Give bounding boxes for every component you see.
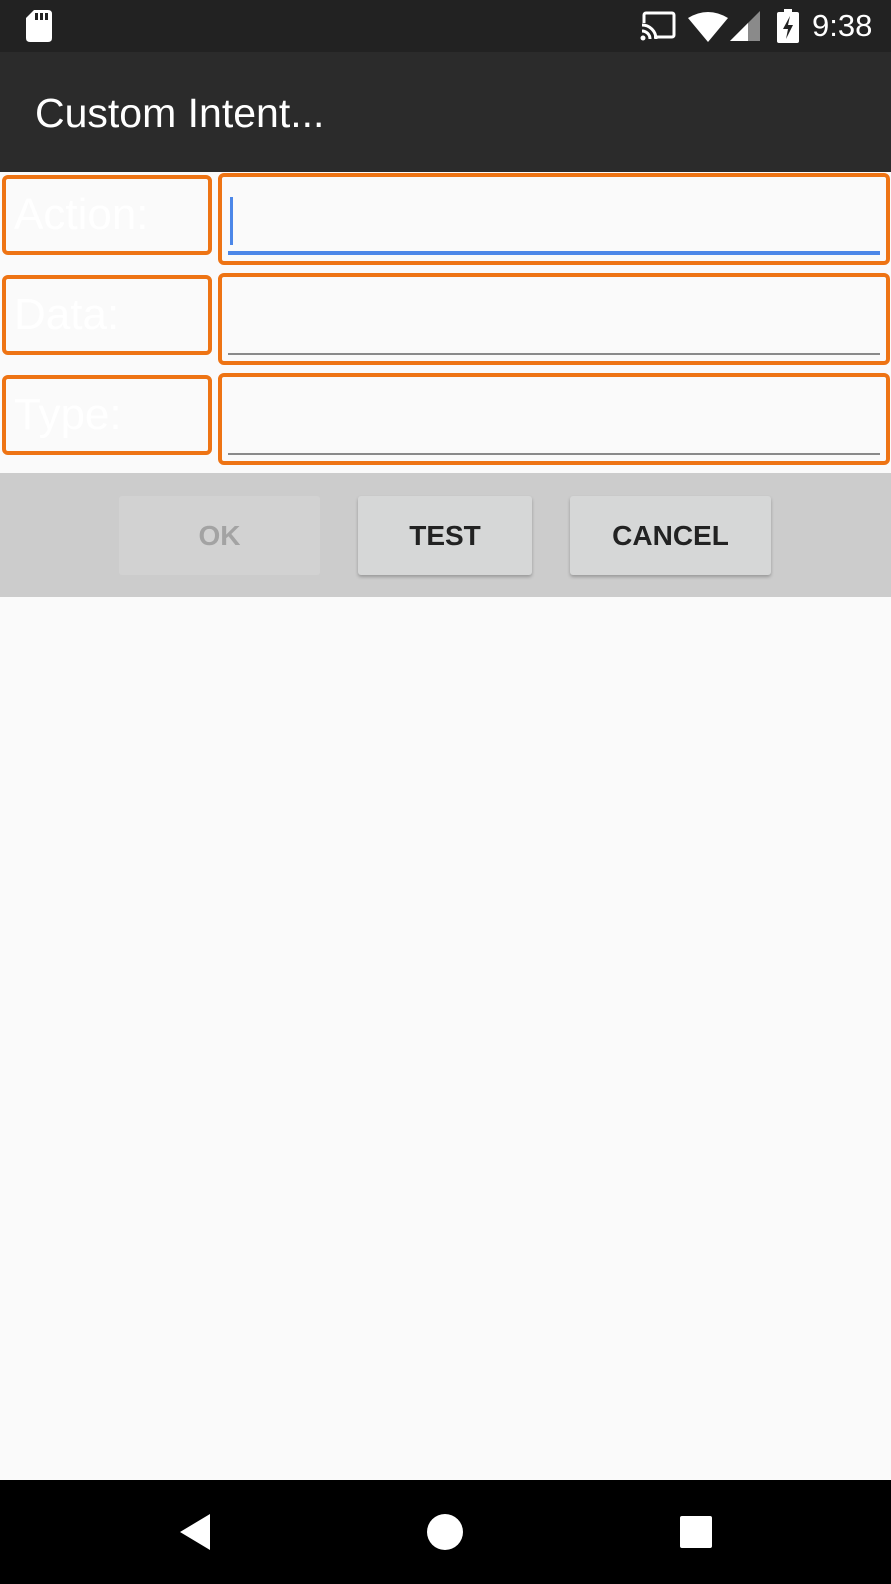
navigation-bar bbox=[0, 1480, 891, 1584]
data-label: Data: bbox=[2, 275, 212, 355]
button-bar: OK TEST CANCEL bbox=[0, 473, 891, 597]
action-label: Action: bbox=[2, 175, 212, 255]
intent-form: Action: Data: Type: bbox=[0, 172, 891, 473]
test-button[interactable]: TEST bbox=[358, 496, 532, 575]
ok-button[interactable]: OK bbox=[119, 496, 320, 575]
type-label: Type: bbox=[2, 375, 212, 455]
status-clock: 9:38 bbox=[812, 8, 873, 43]
data-field-container[interactable] bbox=[218, 273, 890, 365]
title-bar: Custom Intent... bbox=[0, 52, 891, 172]
data-input[interactable] bbox=[228, 283, 880, 353]
type-input[interactable] bbox=[228, 383, 880, 453]
data-input-underline bbox=[228, 353, 880, 355]
action-input-underline bbox=[228, 251, 880, 255]
action-field-container[interactable] bbox=[218, 173, 890, 265]
type-input-underline bbox=[228, 453, 880, 455]
back-icon[interactable] bbox=[174, 1507, 224, 1557]
home-icon[interactable] bbox=[420, 1507, 470, 1557]
recents-icon[interactable] bbox=[671, 1507, 721, 1557]
page-title: Custom Intent... bbox=[35, 90, 325, 136]
type-field-container[interactable] bbox=[218, 373, 890, 465]
cell-signal-icon bbox=[730, 11, 760, 41]
battery-charging-icon bbox=[777, 9, 799, 43]
cancel-button[interactable]: CANCEL bbox=[570, 496, 771, 575]
sd-card-icon bbox=[26, 10, 52, 42]
cast-icon bbox=[640, 11, 676, 41]
action-input[interactable] bbox=[228, 183, 880, 253]
wifi-icon bbox=[688, 12, 728, 42]
status-bar: 9:38 bbox=[0, 0, 891, 52]
text-cursor bbox=[230, 197, 233, 245]
